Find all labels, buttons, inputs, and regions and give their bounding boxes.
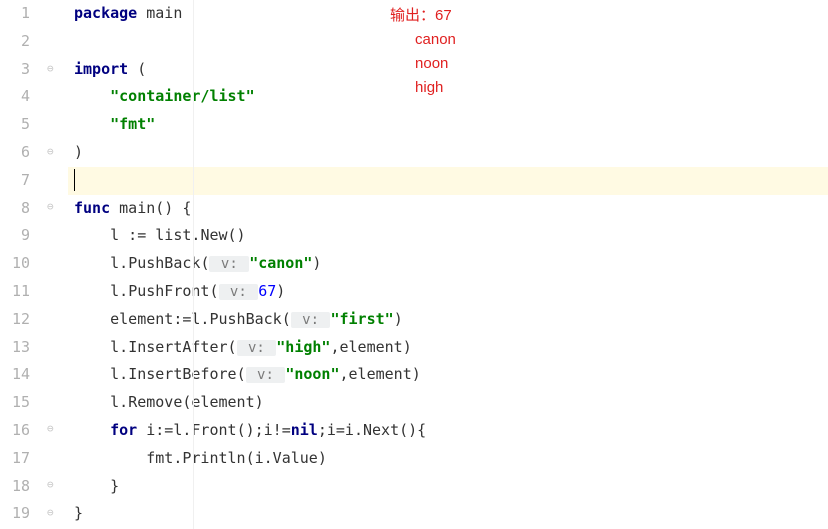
code-editor[interactable]: 1 2 3 4 5 6 7 8 9 10 11 12 13 14 15 16 1… [0,0,828,529]
code-line[interactable]: l.InsertAfter( v: "high",element) [68,334,828,362]
param-hint: v: [246,367,286,383]
output-annotation: 输出：67 canon noon high [390,4,456,100]
text-caret [74,169,75,191]
annotation-value: high [415,79,443,96]
line-number: 11 [0,278,30,306]
indent-guide [193,0,194,529]
line-number: 16 [0,417,30,445]
param-hint: v: [237,340,277,356]
fold-marker-icon[interactable]: ⊖ [47,506,54,519]
fold-marker-icon[interactable]: ⊖ [47,145,54,158]
line-number: 4 [0,83,30,111]
line-number: 19 [0,500,30,528]
fold-marker-icon[interactable]: ⊖ [47,62,54,75]
line-number: 6 [0,139,30,167]
line-number: 17 [0,445,30,473]
code-line[interactable]: l.InsertBefore( v: "noon",element) [68,361,828,389]
code-line[interactable]: element:=l.PushBack( v: "first") [68,306,828,334]
annotation-value: canon [415,31,456,48]
param-hint: v: [291,312,331,328]
code-line[interactable]: ) [68,139,828,167]
line-number: 9 [0,222,30,250]
line-number: 2 [0,28,30,56]
param-hint: v: [219,284,259,300]
code-line[interactable]: l := list.New() [68,222,828,250]
fold-marker-icon[interactable]: ⊖ [47,200,54,213]
line-number: 5 [0,111,30,139]
code-line-current[interactable] [68,167,828,195]
code-line[interactable]: fmt.Println(i.Value) [68,445,828,473]
code-line[interactable]: func main() { [68,195,828,223]
line-number: 12 [0,306,30,334]
code-line[interactable]: } [68,500,828,528]
code-line[interactable]: } [68,473,828,501]
code-line[interactable]: l.PushFront( v: 67) [68,278,828,306]
fold-marker-icon[interactable]: ⊖ [47,478,54,491]
annotation-label: 输出： [390,7,435,24]
line-number: 8 [0,195,30,223]
gutter: 1 2 3 4 5 6 7 8 9 10 11 12 13 14 15 16 1… [0,0,38,529]
code-line[interactable]: for i:=l.Front();i!=nil;i=i.Next(){ [68,417,828,445]
fold-marker-icon[interactable]: ⊖ [47,422,54,435]
line-number: 18 [0,473,30,501]
line-number: 13 [0,334,30,362]
line-number: 7 [0,167,30,195]
annotation-value: 67 [435,7,452,24]
annotation-value: noon [415,55,448,72]
folding-gutter: ⊖ ⊖ ⊖ ⊖ ⊖ ⊖ [38,0,68,529]
line-number: 14 [0,361,30,389]
code-line[interactable]: l.Remove(element) [68,389,828,417]
line-number: 3 [0,56,30,84]
line-number: 1 [0,0,30,28]
param-hint: v: [209,256,249,272]
code-line[interactable]: "fmt" [68,111,828,139]
code-line[interactable]: l.PushBack( v: "canon") [68,250,828,278]
line-number: 15 [0,389,30,417]
line-number: 10 [0,250,30,278]
